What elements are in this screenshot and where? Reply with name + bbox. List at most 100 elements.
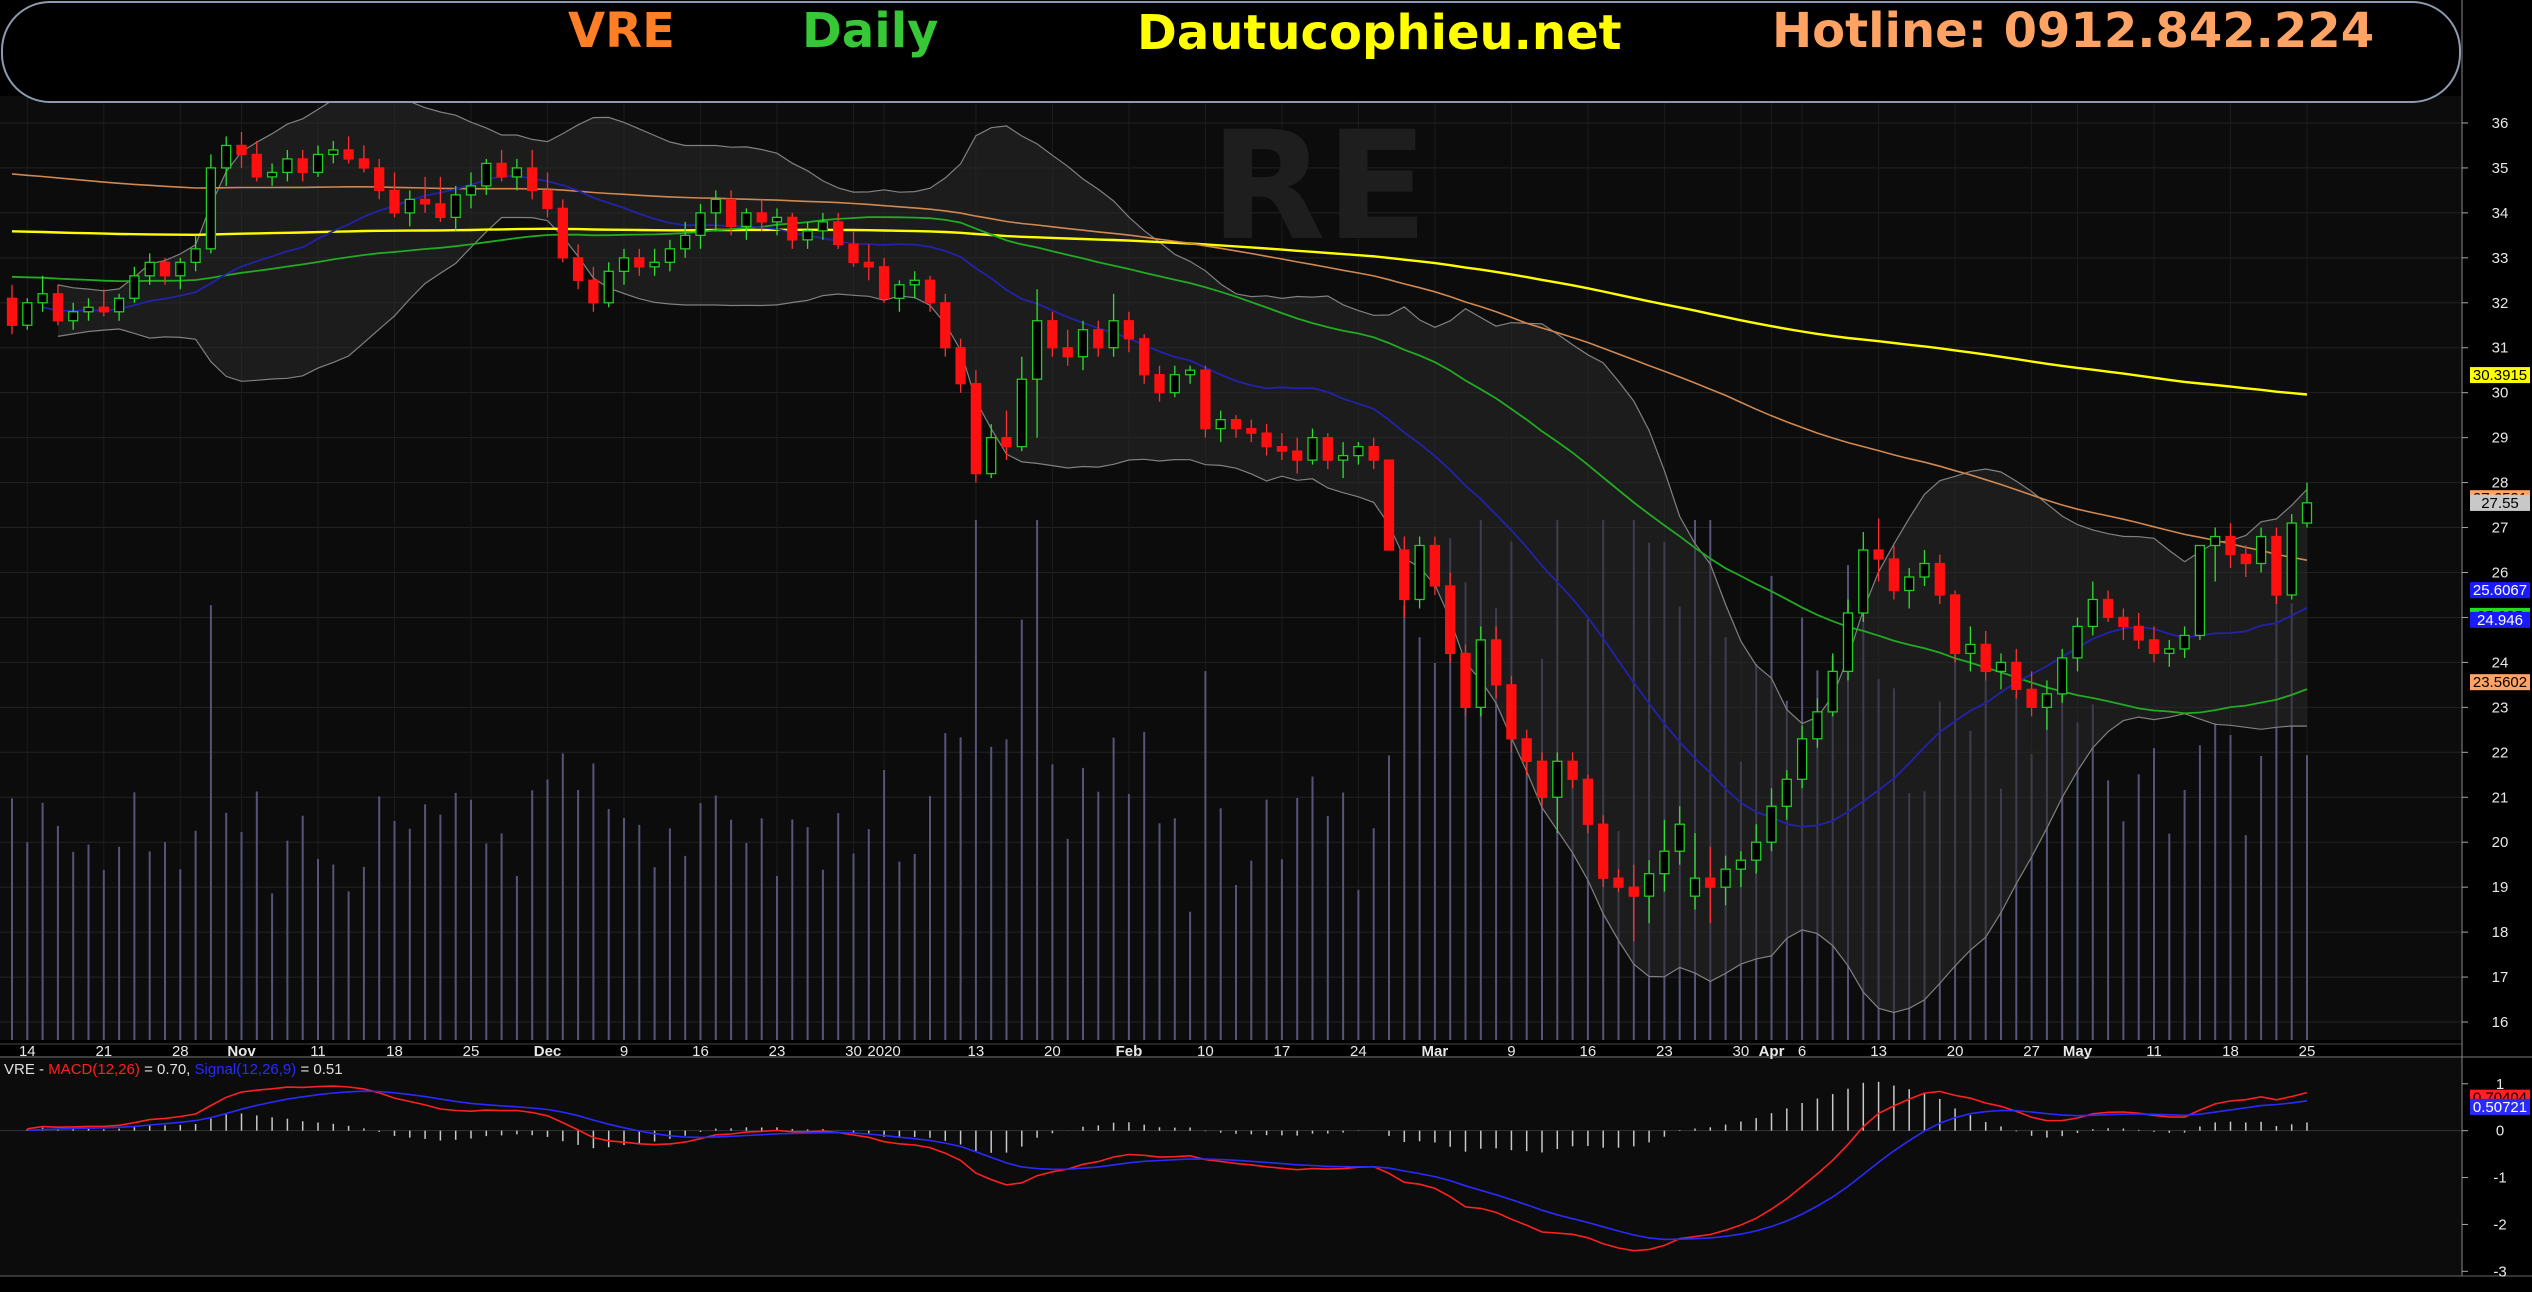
candle-up: [328, 149, 339, 156]
candle-down: [435, 203, 446, 219]
candle-up: [1689, 877, 1701, 897]
macd-y-tick-label: -2: [2493, 1216, 2506, 1233]
candle-down: [756, 212, 767, 223]
candle-down: [848, 243, 859, 263]
y-tick-label: 22: [2492, 744, 2509, 761]
candle-up: [1031, 320, 1043, 380]
candle-up: [83, 306, 94, 313]
candle-down: [1888, 558, 1900, 592]
timeframe-title: Daily: [802, 3, 938, 59]
candle-up: [481, 162, 492, 187]
macd-legend: VRE - MACD(12,26) = 0.70, Signal(12,26,9…: [4, 1061, 343, 1078]
candle-up: [22, 302, 33, 326]
x-tick-label: Nov: [227, 1043, 256, 1060]
candle-down: [1246, 427, 1257, 434]
x-tick-label: 11: [2146, 1043, 2162, 1060]
candle-down: [52, 293, 64, 322]
candle-down: [833, 221, 844, 245]
candle-up: [664, 248, 676, 263]
candle-up: [1858, 549, 1869, 614]
y-tick-label: 24: [2492, 654, 2509, 671]
candle-up: [1108, 320, 1119, 349]
x-tick-label: Apr: [1759, 1043, 1785, 1060]
candle-down: [2240, 553, 2251, 565]
candle-up: [511, 167, 523, 178]
x-tick-label: 20: [1044, 1043, 1061, 1060]
x-tick-label: 18: [386, 1043, 403, 1060]
y-tick-label: 34: [2492, 205, 2509, 222]
candle-down: [1613, 877, 1624, 888]
candle-down: [1322, 436, 1333, 461]
candle-up: [771, 216, 783, 223]
candle-up: [2057, 657, 2068, 695]
candle-up: [1353, 445, 1364, 457]
candle-up: [1674, 823, 1685, 852]
candle-up: [909, 279, 920, 286]
x-tick-label: 6: [1798, 1043, 1806, 1060]
candle-down: [1383, 459, 1395, 551]
candle-down: [358, 158, 370, 169]
candle-down: [343, 149, 354, 160]
candle-up: [1827, 670, 1838, 713]
x-tick-label: 20: [1947, 1043, 1964, 1060]
candle-down: [6, 297, 18, 326]
x-tick-label: 14: [19, 1043, 36, 1060]
price-tag-label: 30.3915: [2473, 367, 2527, 384]
macd-y-tick-label: -3: [2493, 1263, 2506, 1280]
candle-down: [1628, 886, 1639, 897]
candle-down: [1399, 549, 1410, 601]
candle-up: [649, 261, 660, 268]
candle-down: [557, 207, 568, 259]
candle-down: [1429, 544, 1441, 587]
candle-down: [1980, 643, 1991, 673]
candle-down: [1536, 760, 1548, 798]
x-tick-label: 27: [2023, 1043, 2040, 1060]
y-tick-label: 30: [2492, 385, 2509, 402]
candle-up: [312, 153, 324, 174]
x-tick-label: 23: [769, 1043, 786, 1060]
candle-up: [1307, 436, 1318, 461]
candle-up: [450, 194, 461, 219]
x-tick-label: 18: [2222, 1043, 2239, 1060]
x-tick-label: 17: [1274, 1043, 1291, 1060]
candle-up: [1995, 661, 2007, 673]
candle-up: [710, 198, 721, 214]
x-tick-label: 25: [2299, 1043, 2316, 1060]
candle-down: [1521, 738, 1532, 762]
candle-up: [1766, 805, 1777, 843]
candle-up: [37, 293, 48, 304]
candle-down: [1598, 823, 1609, 879]
y-tick-label: 16: [2492, 1014, 2509, 1031]
candle-up: [2164, 648, 2175, 655]
y-tick-label: 17: [2492, 969, 2509, 986]
y-tick-label: 19: [2492, 879, 2509, 896]
candle-up: [1751, 841, 1762, 861]
candle-down: [1490, 639, 1502, 686]
candle-down: [2133, 625, 2144, 641]
candle-down: [1949, 594, 1961, 655]
y-tick-label: 35: [2492, 160, 2509, 177]
candle-up: [221, 144, 232, 169]
price-tag-label: 24.946: [2477, 612, 2523, 629]
candle-up: [1659, 850, 1670, 875]
candle-up: [1965, 643, 1976, 655]
candle-up: [1337, 454, 1349, 461]
candle-down: [236, 144, 247, 156]
site-title: Dautucophieu.net: [1137, 5, 1622, 61]
candle-up: [266, 171, 278, 178]
candle-up: [1475, 639, 1486, 709]
candle-up: [1812, 711, 1823, 740]
candle-up: [282, 158, 293, 174]
x-tick-label: 16: [692, 1043, 709, 1060]
candle-down: [878, 266, 890, 299]
macd-y-tick-label: -1: [2493, 1170, 2506, 1187]
x-tick-label: 16: [1580, 1043, 1597, 1060]
candle-up: [618, 257, 630, 272]
candle-down: [1093, 329, 1104, 349]
y-tick-label: 26: [2492, 564, 2509, 581]
candle-up: [2179, 634, 2190, 650]
x-tick-label: 30: [1733, 1043, 1750, 1060]
candle-up: [680, 234, 691, 250]
candle-up: [817, 221, 829, 232]
candle-down: [787, 216, 798, 241]
